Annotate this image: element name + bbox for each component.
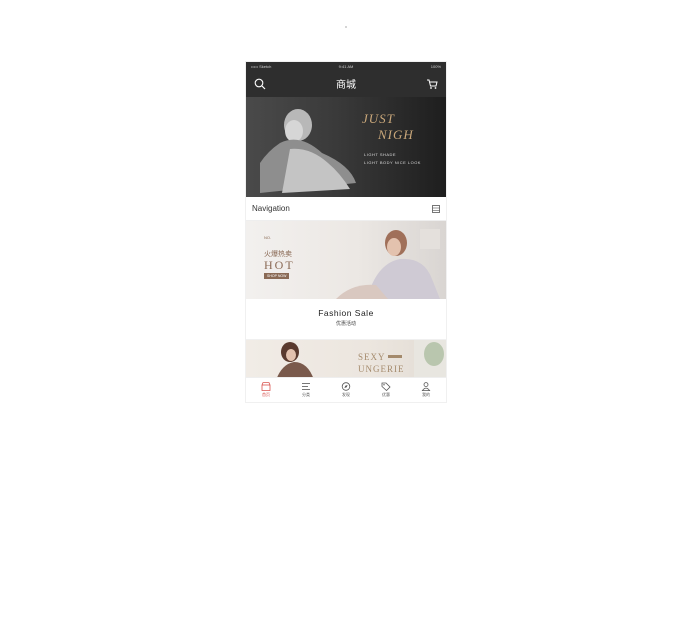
user-icon [421, 382, 431, 391]
promo-hot-text: HOT [264, 258, 295, 272]
promo-small-text: NO. [264, 235, 272, 240]
tab-category-label: 分类 [302, 392, 310, 397]
navigation-row[interactable]: Navigation [246, 197, 446, 221]
navigation-label: Navigation [252, 204, 290, 213]
status-time: 9:41 AM [338, 63, 354, 69]
lingerie-banner[interactable]: SEXY UNGERIE [246, 340, 446, 380]
tab-discover[interactable]: 发现 [341, 382, 351, 398]
tab-deals[interactable]: 优惠 [381, 382, 391, 398]
section-title: Fashion Sale [318, 308, 374, 318]
tab-home[interactable]: 首页 [261, 382, 271, 398]
phone-screen: ••••• Sketch 9:41 AM 100% 商城 JUST NIGH L… [246, 62, 446, 402]
tab-profile-label: 我的 [422, 392, 430, 397]
tab-profile[interactable]: 我的 [421, 382, 431, 398]
cart-icon[interactable] [426, 78, 438, 90]
hero-banner[interactable]: JUST NIGH LIGHT SHADE LIGHT BODY NICE LO… [246, 97, 446, 197]
lingerie-plant-image [414, 340, 446, 380]
list-icon [301, 382, 311, 391]
section-subtitle: 优惠活动 [335, 321, 356, 327]
lingerie-tag [388, 355, 402, 358]
battery-text: 100% [430, 63, 441, 69]
tag-icon [381, 382, 391, 391]
tab-home-label: 首页 [262, 392, 270, 397]
hot-promo-banner[interactable]: NO. 火爆热卖 HOT SHOP NOW [246, 221, 446, 299]
app-header: 商城 [246, 70, 446, 97]
lingerie-line1: SEXY [358, 352, 386, 362]
tab-category[interactable]: 分类 [301, 382, 311, 398]
page-title: 商城 [336, 80, 356, 91]
stray-dot [345, 26, 347, 28]
bottom-tab-bar: 首页 分类 发现 优惠 我的 [246, 377, 446, 402]
lingerie-model-image [276, 342, 314, 380]
hero-model-image [260, 109, 356, 193]
promo-model-image [336, 229, 440, 299]
hero-sub2: LIGHT BODY NICE LOOK [364, 160, 421, 165]
tab-discover-label: 发现 [342, 392, 350, 397]
carrier-text: ••••• Sketch [251, 63, 272, 69]
hero-sub1: LIGHT SHADE [364, 152, 397, 157]
shop-icon [261, 382, 271, 391]
compass-icon [341, 382, 351, 391]
grid-icon[interactable] [432, 204, 440, 213]
lingerie-line2: UNGERIE [358, 364, 405, 374]
search-icon[interactable] [254, 78, 266, 90]
fashion-sale-section: Fashion Sale 优惠活动 [246, 299, 446, 340]
status-bar: ••••• Sketch 9:41 AM 100% [246, 62, 446, 70]
hero-line2: NIGH [378, 127, 414, 142]
tab-deals-label: 优惠 [382, 392, 390, 397]
hero-line1: JUST [362, 111, 395, 126]
promo-shop-button[interactable]: SHOP NOW [264, 273, 290, 279]
